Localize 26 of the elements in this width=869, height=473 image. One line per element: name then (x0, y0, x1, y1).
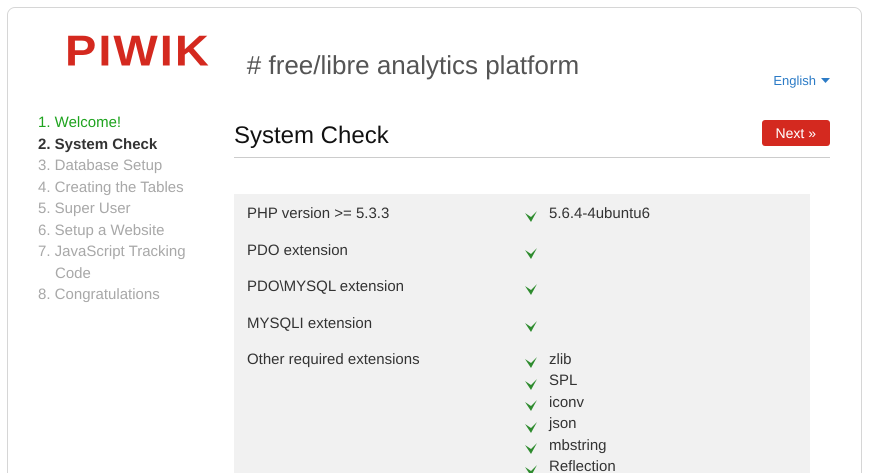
step-item: 6. Setup a Website (38, 220, 166, 240)
logo: PIWIK (65, 28, 211, 72)
tagline: # free/libre analytics platform (246, 49, 580, 82)
check-value: zlib (549, 350, 572, 370)
check-value: 5.6.4-4ubuntu6 (549, 204, 650, 224)
check-label: Other required extensions (247, 350, 421, 370)
next-button[interactable]: Next » (762, 120, 830, 146)
step-item: 5. Super User (38, 199, 132, 219)
step-item: 4. Creating the Tables (38, 178, 185, 198)
step-item: 1. Welcome! (38, 113, 122, 133)
check-label: MYSQLI extension (247, 314, 374, 334)
step-item: 8. Congratulations (38, 285, 161, 305)
step-item: 3. Database Setup (38, 156, 164, 176)
language-selector[interactable]: English (773, 71, 830, 90)
check-label: PHP version >= 5.3.3 (247, 204, 390, 224)
check-value: mbstring (549, 436, 607, 456)
check-value: json (549, 414, 577, 434)
page-heading: System Check (234, 121, 389, 151)
check-value: SPL (549, 371, 578, 391)
check-label: PDO\MYSQL extension (247, 277, 406, 297)
check-value: Reflection (549, 457, 616, 473)
caret-icon (821, 78, 830, 84)
step-item: 7. JavaScript Tracking Code (38, 242, 187, 284)
check-value: iconv (549, 392, 584, 412)
check-label: PDO extension (247, 240, 349, 260)
step-item: 2. System Check (38, 134, 158, 154)
